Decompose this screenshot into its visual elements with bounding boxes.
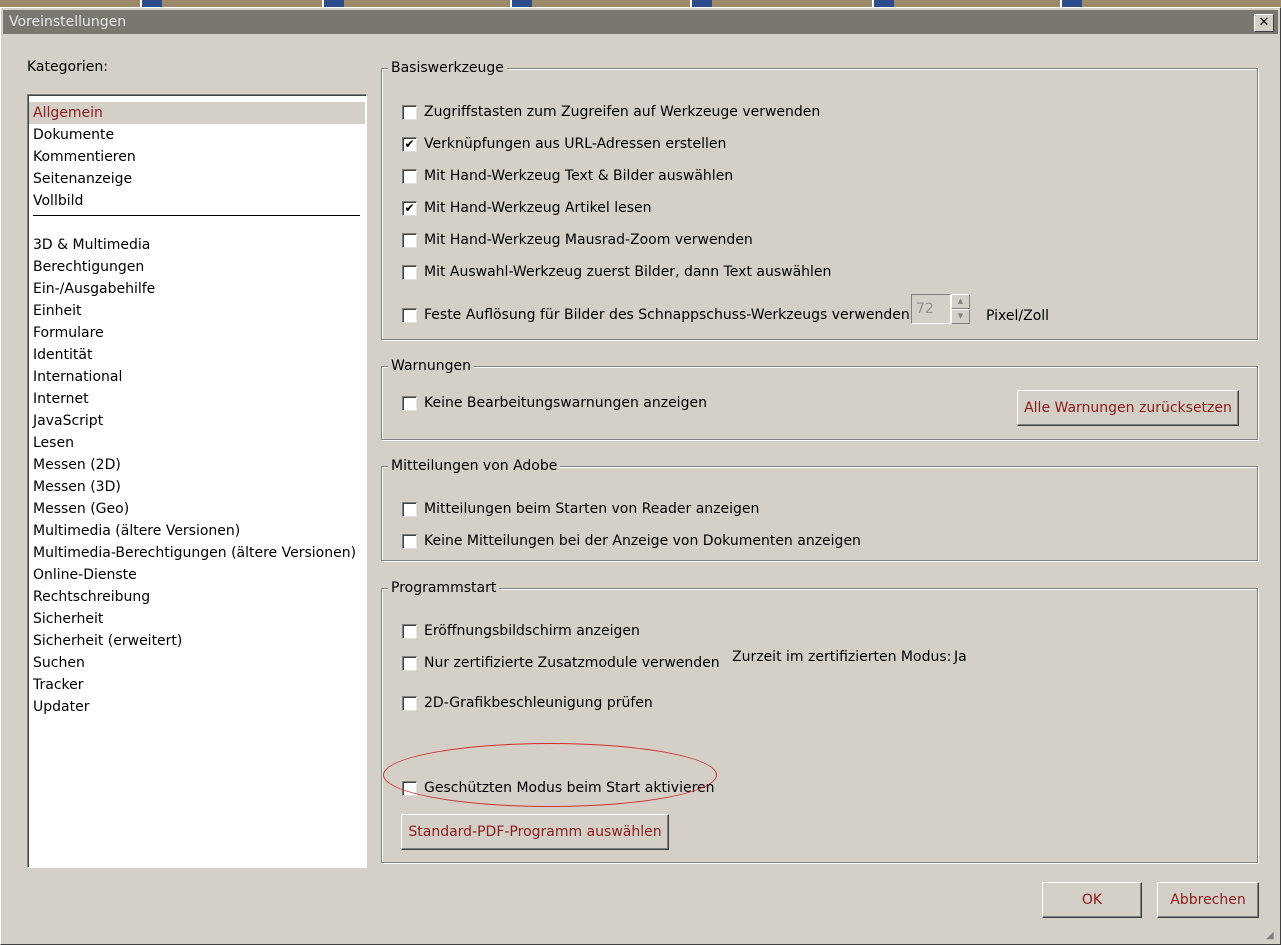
taskbar-app-icon[interactable] <box>690 0 712 7</box>
checkbox-label: Keine Mitteilungen bei der Anzeige von D… <box>424 533 861 549</box>
category-item[interactable]: Identität <box>33 344 92 366</box>
ok-button[interactable]: OK <box>1042 882 1142 918</box>
group-programmstart: Programmstart Eröffnungsbildschirm anzei… <box>381 580 1258 863</box>
taskbar-app-icon[interactable] <box>322 0 344 7</box>
category-item[interactable]: Lesen <box>33 432 74 454</box>
category-item[interactable]: Messen (3D) <box>33 476 121 498</box>
resolution-stepper[interactable]: 72 ▲ ▼ <box>911 294 970 324</box>
category-item[interactable]: Rechtschreibung <box>33 586 150 608</box>
categories-list[interactable]: Allgemein Dokumente Kommentieren Seitenanze… <box>27 94 367 868</box>
category-item[interactable]: Online-Dienste <box>33 564 137 586</box>
group-title: Warnungen <box>388 358 475 374</box>
category-item[interactable]: Messen (2D) <box>33 454 121 476</box>
highlight-ellipse-annotation <box>383 743 717 807</box>
checkbox-label: 2D-Grafikbeschleunigung prüfen <box>424 695 653 711</box>
preferences-dialog: Voreinstellungen ✕ Kategorien: Allgemein… <box>0 7 1281 945</box>
taskbar-app-icon[interactable] <box>140 0 162 7</box>
certified-mode-value: Ja <box>954 649 967 665</box>
category-item[interactable]: Seitenanzeige <box>33 168 132 190</box>
category-separator <box>33 215 360 216</box>
category-item[interactable]: Sicherheit (erweitert) <box>33 630 182 652</box>
certified-mode-label: Zurzeit im zertifizierten Modus: <box>732 649 952 665</box>
checkbox-label: Mit Auswahl-Werkzeug zuerst Bilder, dann… <box>424 264 832 280</box>
checkbox[interactable] <box>402 396 417 411</box>
taskbar-app-icon[interactable] <box>872 0 894 7</box>
category-item[interactable]: Formulare <box>33 322 104 344</box>
category-item[interactable]: Berechtigungen <box>33 256 144 278</box>
stepper-up-button[interactable]: ▲ <box>951 294 970 309</box>
checkbox[interactable] <box>402 233 417 248</box>
group-title: Mitteilungen von Adobe <box>388 458 561 474</box>
arrow-down-icon: ▼ <box>957 312 964 320</box>
stepper-down-button[interactable]: ▼ <box>951 309 970 324</box>
group-warnungen: Warnungen Keine Bearbeitungswarnungen an… <box>381 358 1258 440</box>
category-item[interactable]: Kommentieren <box>33 146 136 168</box>
checkbox-label: Nur zertifizierte Zusatzmodule verwenden <box>424 655 720 671</box>
window-title: Voreinstellungen <box>9 14 127 30</box>
resize-grip-icon[interactable]: ◢ <box>1266 930 1278 942</box>
checkbox-label: Mitteilungen beim Starten von Reader anz… <box>424 501 760 517</box>
categories-label: Kategorien: <box>27 59 108 75</box>
category-item[interactable]: Dokumente <box>33 124 114 146</box>
category-item[interactable]: JavaScript <box>33 410 103 432</box>
category-item[interactable]: International <box>33 366 122 388</box>
category-item[interactable]: Vollbild <box>33 190 83 212</box>
category-item[interactable]: Internet <box>33 388 89 410</box>
arrow-up-icon: ▲ <box>957 297 964 305</box>
checkbox-label: Mit Hand-Werkzeug Text & Bilder auswähle… <box>424 168 734 184</box>
category-item[interactable]: Sicherheit <box>33 608 103 630</box>
category-item[interactable]: Multimedia (ältere Versionen) <box>33 520 240 542</box>
category-item[interactable]: Suchen <box>33 652 85 674</box>
checkbox[interactable] <box>402 534 417 549</box>
category-item[interactable]: Multimedia-Berechtigungen (ältere Versio… <box>33 542 356 564</box>
category-item[interactable]: Updater <box>33 696 89 718</box>
title-bar: Voreinstellungen ✕ <box>3 10 1278 34</box>
checkbox-label: Mit Hand-Werkzeug Mausrad-Zoom verwenden <box>424 232 753 248</box>
taskbar-app-icon[interactable] <box>510 0 532 7</box>
category-item[interactable]: Messen (Geo) <box>33 498 129 520</box>
checkbox-label: Zugriffstasten zum Zugreifen auf Werkzeu… <box>424 104 821 120</box>
checkbox[interactable] <box>402 265 417 280</box>
group-mitteilungen: Mitteilungen von Adobe Mitteilungen beim… <box>381 458 1258 561</box>
category-item[interactable]: Allgemein <box>29 102 365 124</box>
group-basiswerkzeuge: Basiswerkzeuge Zugriffstasten zum Zugrei… <box>381 60 1258 340</box>
category-item[interactable]: Tracker <box>33 674 84 696</box>
category-item[interactable]: Einheit <box>33 300 81 322</box>
checkbox-label: Eröffnungsbildschirm anzeigen <box>424 623 640 639</box>
checkbox[interactable] <box>402 502 417 517</box>
checkbox-checked[interactable]: ✔ <box>402 137 417 152</box>
checkbox-label: Feste Auflösung für Bilder des Schnappsc… <box>424 307 915 323</box>
close-button[interactable]: ✕ <box>1254 14 1274 32</box>
checkbox[interactable] <box>402 624 417 639</box>
checkmark-icon: ✔ <box>404 201 415 215</box>
category-item[interactable]: 3D & Multimedia <box>33 234 150 256</box>
checkbox[interactable] <box>402 308 417 323</box>
resolution-unit: Pixel/Zoll <box>986 308 1050 324</box>
checkbox[interactable] <box>402 656 417 671</box>
checkbox-label: Keine Bearbeitungswarnungen anzeigen <box>424 395 707 411</box>
resolution-input[interactable]: 72 <box>911 294 951 324</box>
default-pdf-program-button[interactable]: Standard-PDF-Programm auswählen <box>401 814 669 850</box>
category-item[interactable]: Ein-/Ausgabehilfe <box>33 278 155 300</box>
cancel-button[interactable]: Abbrechen <box>1157 882 1259 918</box>
group-title: Basiswerkzeuge <box>388 60 507 76</box>
checkbox-checked[interactable]: ✔ <box>402 201 417 216</box>
checkbox[interactable] <box>402 169 417 184</box>
close-icon: ✕ <box>1258 15 1270 30</box>
checkmark-icon: ✔ <box>404 137 415 151</box>
checkbox[interactable] <box>402 105 417 120</box>
checkbox[interactable] <box>402 696 417 711</box>
group-title: Programmstart <box>388 580 500 596</box>
checkbox-label: Verknüpfungen aus URL-Adressen erstellen <box>424 136 727 152</box>
checkbox-label: Mit Hand-Werkzeug Artikel lesen <box>424 200 652 216</box>
taskbar-app-icon[interactable] <box>1060 0 1082 7</box>
reset-warnings-button[interactable]: Alle Warnungen zurücksetzen <box>1017 390 1239 426</box>
